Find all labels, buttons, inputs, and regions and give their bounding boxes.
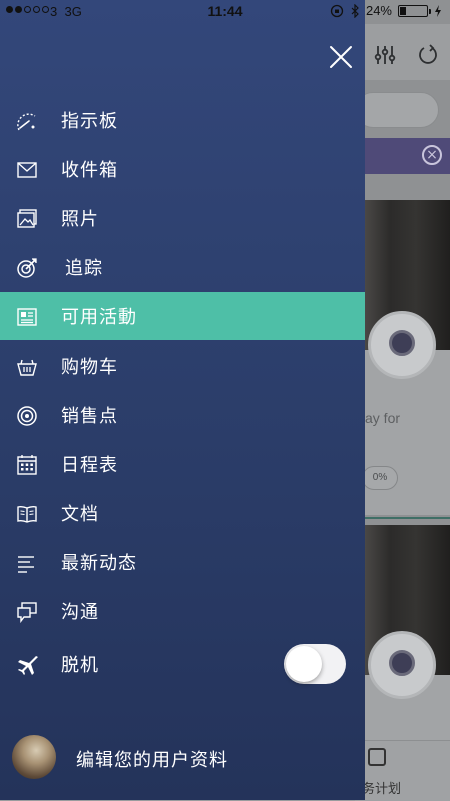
menu-item-latest-updates[interactable]: 最新动态 xyxy=(0,538,365,586)
menu-item-label: 最新动态 xyxy=(61,553,137,574)
menu-item-documents[interactable]: 文档 xyxy=(0,489,365,537)
battery-icon xyxy=(398,4,431,17)
menu-item-label: 沟通 xyxy=(61,602,99,623)
filter-icon xyxy=(374,44,396,71)
activities-icon xyxy=(17,308,37,326)
orientation-lock-icon xyxy=(330,4,344,17)
documents-icon xyxy=(17,505,37,523)
chat-icon xyxy=(17,602,37,623)
close-drawer-button[interactable] xyxy=(325,41,357,73)
menu-item-calendar[interactable]: 日程表 xyxy=(0,440,365,488)
menu-item-label: 文档 xyxy=(61,504,99,525)
airplane-icon xyxy=(18,656,38,675)
bluetooth-icon xyxy=(351,3,359,18)
menu-item-cart[interactable]: 购物车 xyxy=(0,342,365,390)
background-badge xyxy=(368,631,436,699)
menu-item-label: 指示板 xyxy=(61,111,118,132)
menu-item-label: 销售点 xyxy=(61,406,118,427)
menu-item-label: 可用活動 xyxy=(61,307,137,328)
menu-item-label: 追踪 xyxy=(65,258,103,279)
photos-icon xyxy=(17,209,37,228)
avatar xyxy=(12,735,56,779)
cart-icon xyxy=(17,359,37,376)
charging-icon xyxy=(435,4,441,17)
background-divider xyxy=(365,517,450,519)
inbox-icon xyxy=(17,162,37,178)
refresh-icon xyxy=(417,44,439,71)
background-badge xyxy=(368,311,436,379)
background-search-field xyxy=(355,92,439,128)
background-progress-pill: 0% xyxy=(362,466,398,490)
menu-item-label: 日程表 xyxy=(61,455,118,476)
menu-item-available-activities[interactable]: 可用活動 xyxy=(0,292,365,340)
menu-item-inbox[interactable]: 收件箱 xyxy=(0,145,365,193)
menu-item-label: 购物车 xyxy=(61,357,118,378)
close-icon xyxy=(330,46,352,68)
background-banner: × xyxy=(355,138,450,174)
background-card-text: ay for xyxy=(365,410,401,426)
edit-profile-label: 编辑您的用户资料 xyxy=(76,750,228,771)
background-tab-icon xyxy=(368,748,386,766)
navigation-drawer: 指示板 收件箱 照片 追踪 可用活動 购物车 销售点 日程表 文档 最新动态 沟… xyxy=(0,0,365,800)
background-tab-label: 务计划 xyxy=(362,782,402,797)
menu-item-dashboard[interactable]: 指示板 xyxy=(0,96,365,144)
menu-item-label: 收件箱 xyxy=(61,160,118,181)
calendar-icon xyxy=(17,455,37,475)
banner-close-icon: × xyxy=(422,145,442,165)
edit-profile-button[interactable]: 编辑您的用户资料 xyxy=(0,730,365,788)
menu-item-communication[interactable]: 沟通 xyxy=(0,587,365,635)
menu-item-label: 脱机 xyxy=(61,655,99,676)
menu-item-point-of-sale[interactable]: 销售点 xyxy=(0,391,365,439)
toggle-knob xyxy=(286,646,322,682)
status-bar: 3 3G 11:44 24% xyxy=(0,0,450,24)
battery-percent: 24% xyxy=(365,3,392,18)
feed-icon xyxy=(18,556,34,573)
menu-item-photos[interactable]: 照片 xyxy=(0,194,365,242)
menu-item-label: 照片 xyxy=(61,209,99,230)
dashboard-icon xyxy=(17,113,36,131)
point-of-sale-icon xyxy=(17,406,37,426)
offline-toggle[interactable] xyxy=(284,644,346,684)
target-icon xyxy=(17,258,37,278)
menu-item-tracking[interactable]: 追踪 xyxy=(0,243,365,291)
